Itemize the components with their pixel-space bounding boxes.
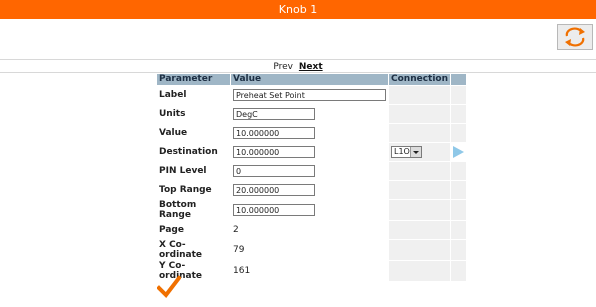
y-coordinate-value: 161 [233,266,251,276]
pager: Prev Next [0,62,596,72]
connection-cell [389,240,451,260]
pin-level-input[interactable] [233,165,315,177]
connection-cell [389,221,451,239]
connection-cell [389,105,451,123]
connection-cell [389,181,451,199]
table-row: Page 2 [157,221,467,239]
refresh-button[interactable] [557,24,593,50]
value-input[interactable] [233,127,315,139]
play-arrow-icon[interactable] [453,146,465,158]
extra-cell [451,124,467,142]
row-label-value: Value [159,128,188,138]
table-row: Value [157,124,467,142]
next-link[interactable]: Next [299,62,323,72]
chevron-down-icon [410,147,421,157]
table-header-row: Parameter Value Connection [157,74,467,85]
window-title: Knob 1 [278,3,318,16]
header-parameter: Parameter [157,74,230,85]
row-label-top-range: Top Range [159,185,212,195]
connection-select[interactable]: L1O [391,146,422,158]
header-value: Value [231,74,388,85]
connection-cell [389,200,451,220]
apply-button[interactable] [156,275,182,299]
units-input[interactable] [233,108,315,120]
x-coordinate-value: 79 [233,245,245,255]
extra-cell [451,105,467,123]
connection-cell: L1O [389,143,451,161]
row-label-page: Page [159,225,184,235]
refresh-icon [565,27,585,47]
table-row: Destination L1O [157,143,466,161]
page-value: 2 [233,225,239,235]
extra-cell [451,162,467,180]
prev-link: Prev [273,62,293,72]
table-row: X Co-ordinate 79 [157,240,467,260]
destination-input[interactable] [233,146,315,158]
row-label-x-coordinate: X Co-ordinate [159,240,203,260]
table-row: Top Range [157,181,467,199]
table-row: Y Co-ordinate 161 [157,261,467,281]
extra-cell [451,261,467,281]
connection-cell [389,124,451,142]
table-row: Label [157,86,467,104]
header-extra [451,74,467,85]
extra-cell [451,181,467,199]
label-input[interactable] [233,89,386,101]
row-label-bottom-range: Bottom Range [159,200,197,220]
row-label-pin-level: PIN Level [159,166,207,176]
connection-cell [389,162,451,180]
row-label-units: Units [159,109,186,119]
bottom-range-input[interactable] [233,204,315,216]
table-row: PIN Level [157,162,467,180]
toolbar [0,19,596,60]
row-label-destination: Destination [159,147,218,157]
extra-cell [451,86,467,104]
extra-cell [451,221,467,239]
connection-select-value: L1O [394,147,410,156]
table-row: Units [157,105,467,123]
row-label-label: Label [159,90,187,100]
extra-cell [451,240,467,260]
top-range-input[interactable] [233,184,315,196]
play-cell [451,143,466,161]
checkmark-icon [156,275,182,299]
header-connection: Connection [389,74,451,85]
connection-cell [389,86,451,104]
extra-cell [451,200,467,220]
table-row: Bottom Range [157,200,467,220]
parameter-table: Parameter Value Connection Label Units V… [156,73,467,282]
window-title-bar: Knob 1 [0,0,596,19]
connection-cell [389,261,451,281]
